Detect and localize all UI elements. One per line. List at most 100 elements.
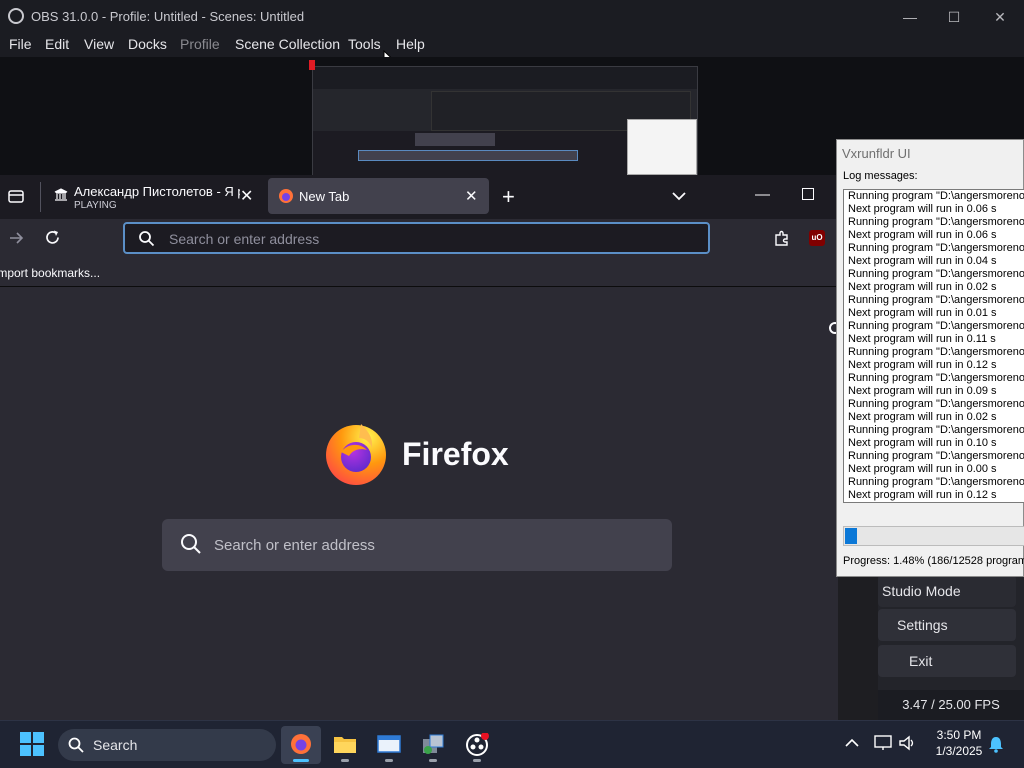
- taskbar-obs[interactable]: [457, 726, 497, 764]
- firefox-view-icon[interactable]: [7, 187, 25, 205]
- obs-menu-bar: File Edit View Docks Profile Scene Colle…: [0, 33, 1024, 57]
- program-runner-icon: [423, 734, 444, 754]
- log-label: Log messages:: [843, 170, 918, 182]
- log-line: Running program "D:\angersmoreno\: [848, 398, 1024, 410]
- import-bookmarks-link[interactable]: Import bookmarks...: [0, 266, 100, 280]
- log-line: Next program will run in 0.12 s: [848, 489, 997, 501]
- vxrunfldr-title: Vxrunfldr UI: [842, 146, 911, 161]
- tab-playing-label: PLAYING: [74, 200, 117, 211]
- chevron-down-icon[interactable]: [671, 190, 687, 202]
- clock-time: 3:50 PM: [936, 728, 982, 742]
- tab-title: New Tab: [299, 189, 350, 204]
- studio-mode-button[interactable]: Studio Mode: [878, 575, 1016, 607]
- settings-button[interactable]: Settings: [878, 609, 1016, 641]
- progress-fill: [845, 528, 857, 544]
- maximize-icon[interactable]: ☐: [939, 6, 969, 28]
- firefox-logo-icon: [326, 424, 386, 485]
- extensions-icon[interactable]: [773, 230, 790, 247]
- bookmarks-toolbar: Import bookmarks...: [0, 259, 838, 287]
- windows-start-icon[interactable]: [20, 732, 44, 756]
- obs-title-bar: OBS 31.0.0 - Profile: Untitled - Scenes:…: [0, 0, 1024, 33]
- notification-bell-icon[interactable]: [988, 735, 1004, 753]
- log-line: Next program will run in 0.10 s: [848, 437, 997, 449]
- log-line: Next program will run in 0.06 s: [848, 203, 997, 215]
- menu-file[interactable]: File: [9, 36, 32, 52]
- network-icon[interactable]: [874, 735, 892, 751]
- log-line: Running program "D:\angersmoreno\: [848, 268, 1024, 280]
- clock-date: 1/3/2025: [935, 744, 983, 758]
- search-icon: [181, 534, 201, 554]
- menu-scene-collection[interactable]: Scene Collection: [235, 36, 340, 52]
- log-line: Running program "D:\angersmoreno\: [848, 346, 1024, 358]
- vxrunfldr-window: Vxrunfldr UI Log messages: Running progr…: [836, 139, 1024, 577]
- log-line: Running program "D:\angersmoreno\: [848, 216, 1024, 228]
- tab-playing-music[interactable]: Александр Пистолетов - Я родился PLAYING…: [44, 178, 266, 216]
- log-line: Running program "D:\angersmoreno\: [848, 294, 1024, 306]
- log-line: Running program "D:\angersmoreno\: [848, 242, 1024, 254]
- volume-icon[interactable]: [899, 735, 917, 751]
- search-icon: [68, 737, 84, 753]
- log-line: Running program "D:\angersmoreno\: [848, 424, 1024, 436]
- log-line: Running program "D:\angersmoreno\: [848, 320, 1024, 332]
- menu-tools[interactable]: Tools: [348, 36, 381, 52]
- taskbar-clock[interactable]: 3:50 PM 1/3/2025: [920, 727, 998, 759]
- new-tab-icon[interactable]: +: [502, 184, 515, 210]
- chevron-up-icon[interactable]: [845, 738, 859, 748]
- newtab-search-input[interactable]: [214, 533, 654, 557]
- log-line: Next program will run in 0.06 s: [848, 229, 997, 241]
- ublock-origin-icon[interactable]: uO: [809, 230, 825, 246]
- bank-icon: [54, 188, 68, 201]
- obs-preview-recursive-capture: [312, 66, 698, 176]
- obs-logo-icon: [8, 8, 24, 24]
- close-tab-icon[interactable]: ✕: [465, 187, 478, 205]
- tab-new-tab[interactable]: New Tab ✕: [268, 178, 489, 214]
- taskbar-vxrunfldr[interactable]: [413, 726, 453, 764]
- recording-marker: [309, 60, 315, 70]
- log-line: Next program will run in 0.04 s: [848, 255, 997, 267]
- menu-profile[interactable]: Profile: [180, 36, 220, 52]
- firefox-wordmark: Firefox: [402, 436, 509, 472]
- url-input[interactable]: [169, 229, 669, 249]
- new-tab-page: [0, 287, 838, 720]
- forward-arrow-icon[interactable]: [8, 230, 24, 246]
- exit-button[interactable]: Exit: [878, 645, 1016, 677]
- close-tab-icon[interactable]: ✕: [240, 186, 253, 206]
- taskbar-firefox[interactable]: [281, 726, 321, 764]
- taskbar-window-app[interactable]: [369, 726, 409, 764]
- log-line: Running program "D:\angersmoreno\: [848, 190, 1024, 202]
- search-icon: [139, 231, 155, 247]
- menu-help[interactable]: Help: [396, 36, 425, 52]
- log-line: Next program will run in 0.02 s: [848, 281, 997, 293]
- maximize-icon[interactable]: [802, 188, 814, 200]
- log-line: Next program will run in 0.00 s: [848, 463, 997, 475]
- log-line: Next program will run in 0.09 s: [848, 385, 997, 397]
- address-bar[interactable]: [123, 222, 710, 254]
- firefox-tab-icon: [279, 189, 293, 203]
- obs-window-title: OBS 31.0.0 - Profile: Untitled - Scenes:…: [31, 9, 305, 24]
- log-line: Next program will run in 0.11 s: [848, 333, 996, 345]
- fps-status: 3.47 / 25.00 FPS: [878, 690, 1024, 720]
- log-list[interactable]: Running program "D:\angersmoreno\ Next pr…: [843, 189, 1024, 503]
- log-line: Running program "D:\angersmoreno\: [848, 476, 1024, 488]
- window-app-icon: [377, 735, 401, 753]
- progress-bar: [843, 526, 1024, 546]
- obs-icon: [466, 733, 489, 756]
- newtab-search-box[interactable]: [162, 519, 672, 571]
- log-line: Next program will run in 0.12 s: [848, 359, 997, 371]
- progress-label: Progress: 1.48% (186/12528 programs: [843, 555, 1024, 567]
- log-line: Next program will run in 0.01 s: [848, 307, 997, 319]
- taskbar-search-label: Search: [93, 737, 138, 753]
- menu-edit[interactable]: Edit: [45, 36, 69, 52]
- log-line: Next program will run in 0.02 s: [848, 411, 997, 423]
- menu-view[interactable]: View: [84, 36, 114, 52]
- minimize-icon[interactable]: —: [895, 6, 925, 28]
- reload-icon[interactable]: [44, 229, 61, 246]
- log-line: Running program "D:\angersmoreno\: [848, 372, 1024, 384]
- taskbar-file-explorer[interactable]: [325, 726, 365, 764]
- close-icon[interactable]: ✕: [985, 6, 1015, 28]
- taskbar-search[interactable]: Search: [58, 729, 276, 761]
- minimize-icon[interactable]: —: [755, 186, 770, 203]
- menu-docks[interactable]: Docks: [128, 36, 167, 52]
- log-line: Running program "D:\angersmoreno\: [848, 450, 1024, 462]
- firefox-icon: [291, 734, 311, 754]
